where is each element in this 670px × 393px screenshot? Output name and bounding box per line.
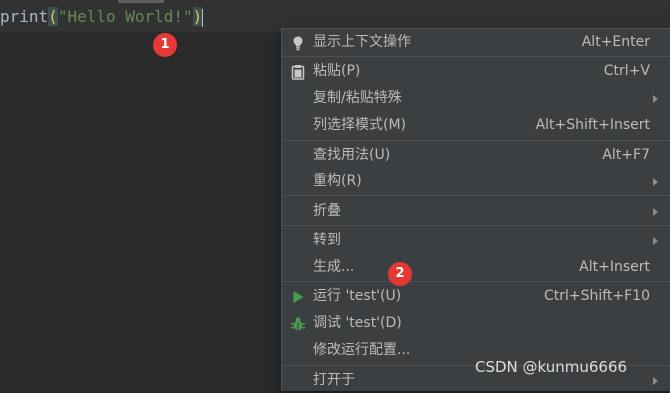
menu-item-label: 折叠 (313, 203, 341, 219)
annotation-badge-1: 1 (153, 33, 177, 57)
annotation-badge-2: 2 (388, 262, 412, 286)
menu-item-label: 运行 'test'(U) (313, 288, 402, 304)
bulb-icon (290, 34, 306, 51)
menu-item-label: 查找用法(U) (313, 147, 391, 163)
chevron-right-icon (653, 95, 658, 103)
menu-item-label: 粘贴(P) (313, 63, 361, 79)
menu-item-go-to[interactable]: 转到 (282, 227, 670, 253)
code-open-paren: ( (48, 7, 58, 26)
debug-icon (290, 315, 306, 331)
menu-item-column-selection-mode[interactable]: 列选择模式(M) Alt+Shift+Insert (282, 112, 670, 138)
chevron-right-icon (653, 237, 658, 245)
menu-item-generate[interactable]: 生成... Alt+Insert (282, 254, 670, 280)
menu-item-label: 生成... (313, 259, 355, 275)
menu-item-shortcut: Ctrl+Shift+F10 (543, 288, 650, 304)
menu-item-folding[interactable]: 折叠 (282, 198, 670, 224)
menu-separator (282, 195, 670, 196)
menu-item-label: 显示上下文操作 (313, 34, 411, 50)
clipboard-icon (290, 63, 306, 80)
menu-item-paste[interactable]: 粘贴(P) Ctrl+V (282, 58, 670, 84)
menu-item-find-usages[interactable]: 查找用法(U) Alt+F7 (282, 142, 670, 168)
menu-item-shortcut: Alt+Shift+Insert (535, 117, 650, 133)
menu-separator (282, 225, 670, 226)
menu-item-run-test[interactable]: 运行 'test'(U) Ctrl+Shift+F10 (282, 283, 670, 309)
menu-item-label: 修改运行配置... (313, 342, 411, 358)
code-function-name: print (0, 7, 49, 26)
menu-item-label: 重构(R) (313, 173, 362, 189)
code-close-paren: ) (192, 7, 203, 26)
menu-item-shortcut: Ctrl+V (603, 63, 650, 79)
menu-separator (282, 56, 670, 57)
menu-item-shortcut: Alt+F7 (602, 147, 650, 163)
tab-indicator (118, 0, 164, 3)
code-string-literal: "Hello World!" (57, 7, 193, 26)
run-icon (290, 288, 306, 304)
chevron-right-icon (653, 208, 658, 216)
menu-item-label: 打开于 (313, 372, 355, 388)
menu-separator (282, 140, 670, 141)
watermark-text: CSDN @kunmu6666 (475, 358, 628, 376)
chevron-right-icon (653, 377, 658, 385)
menu-item-shortcut: Alt+Enter (581, 34, 650, 50)
menu-item-show-context-actions[interactable]: 显示上下文操作 Alt+Enter (282, 29, 670, 55)
menu-item-debug-test[interactable]: 调试 'test'(D) (282, 310, 670, 336)
text-caret (202, 8, 204, 27)
menu-separator (282, 281, 670, 282)
menu-item-copy-paste-special[interactable]: 复制/粘贴特殊 (282, 85, 670, 111)
menu-item-refactor[interactable]: 重构(R) (282, 168, 670, 194)
context-menu: 显示上下文操作 Alt+Enter 粘贴(P) Ctrl+V 复制/粘贴特殊 列… (281, 28, 670, 391)
menu-item-shortcut: Alt+Insert (579, 259, 650, 275)
menu-item-label: 复制/粘贴特殊 (313, 90, 402, 106)
code-line[interactable]: print("Hello World!") (0, 6, 204, 28)
chevron-right-icon (653, 178, 658, 186)
menu-item-label: 列选择模式(M) (313, 117, 407, 133)
menu-item-label: 调试 'test'(D) (313, 315, 402, 331)
menu-item-label: 转到 (313, 232, 341, 248)
